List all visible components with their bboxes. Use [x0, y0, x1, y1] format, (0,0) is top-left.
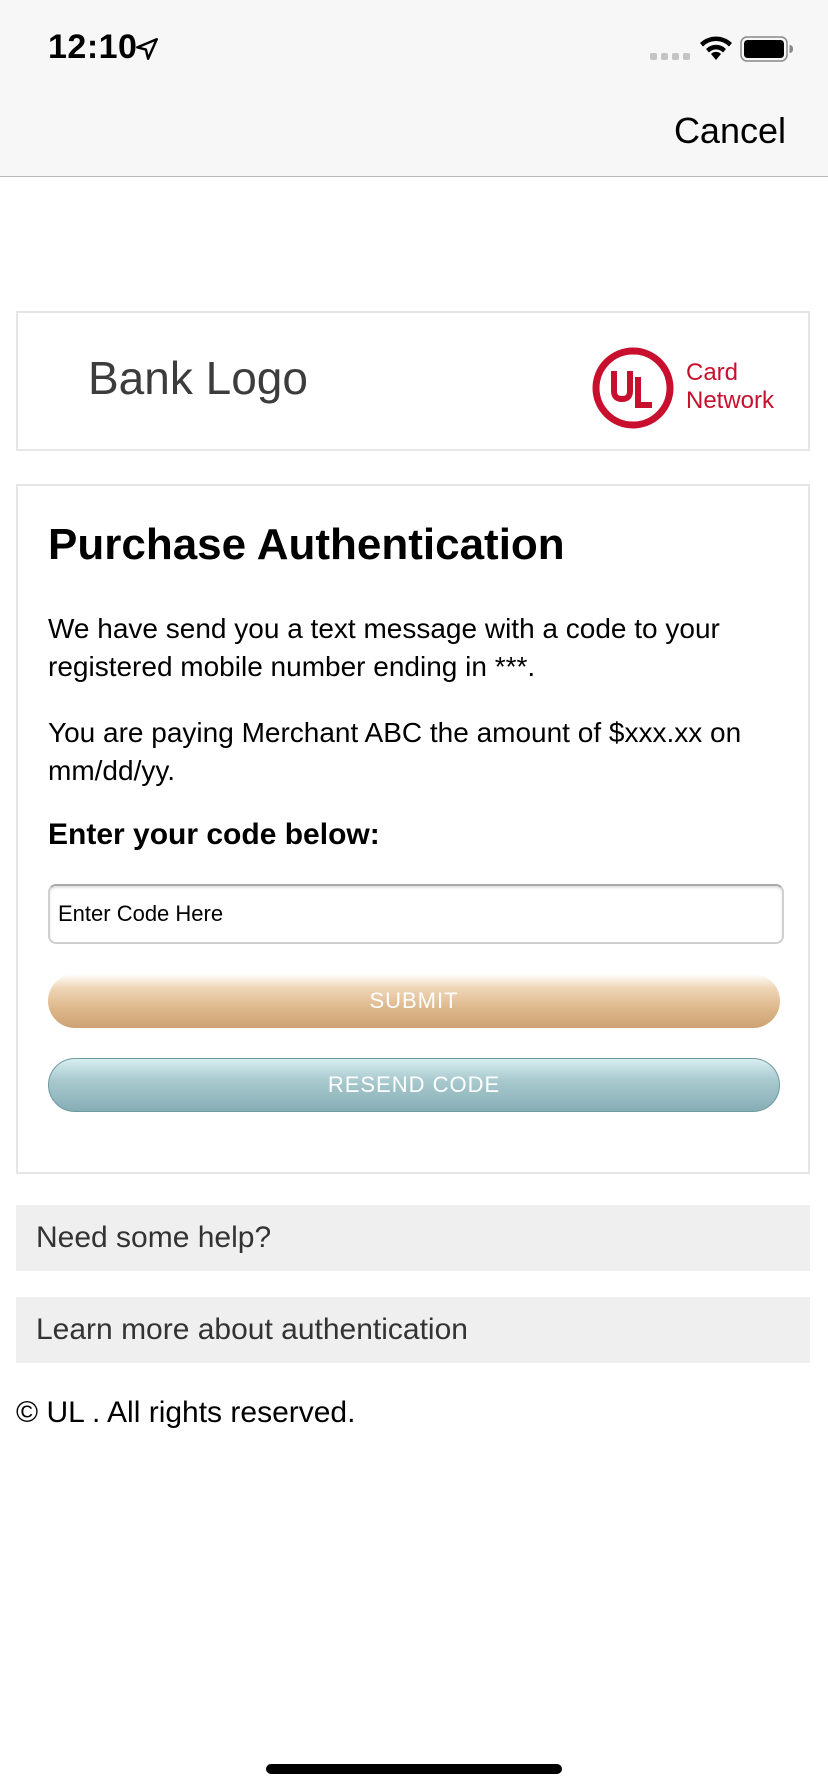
ul-logo-icon: [592, 347, 674, 429]
sms-message: We have send you a text message with a c…: [48, 613, 720, 682]
code-input[interactable]: [48, 884, 784, 944]
copyright-text: © UL . All rights reserved.: [16, 1396, 356, 1429]
signal-icon: [650, 53, 690, 60]
purchase-authentication-screen: 12:10 Cancel Bank Logo Card Network Purc…: [0, 0, 828, 1792]
card-network-line1: Card: [686, 359, 739, 386]
page-title: Purchase Authentication: [48, 520, 565, 569]
wifi-icon: [700, 36, 732, 60]
resend-code-button[interactable]: RESEND CODE: [48, 1058, 780, 1112]
learn-more-link[interactable]: Learn more about authentication: [16, 1297, 810, 1363]
card-network-label: Card Network: [686, 359, 774, 415]
payment-message: You are paying Merchant ABC the amount o…: [48, 717, 742, 786]
authentication-panel: Purchase Authentication We have send you…: [16, 484, 810, 1174]
bank-logo: Bank Logo: [88, 352, 308, 404]
location-arrow-icon: [136, 38, 158, 60]
card-network-line2: Network: [686, 387, 775, 414]
top-bar: 12:10 Cancel: [0, 0, 828, 177]
cancel-button[interactable]: Cancel: [674, 110, 786, 152]
need-help-link[interactable]: Need some help?: [16, 1205, 810, 1271]
code-label: Enter your code below:: [48, 818, 380, 851]
logo-header: Bank Logo Card Network: [16, 311, 810, 451]
status-time: 12:10: [48, 28, 138, 66]
submit-button[interactable]: SUBMIT: [48, 974, 780, 1028]
home-indicator[interactable]: [266, 1764, 562, 1774]
battery-icon: [740, 36, 793, 62]
